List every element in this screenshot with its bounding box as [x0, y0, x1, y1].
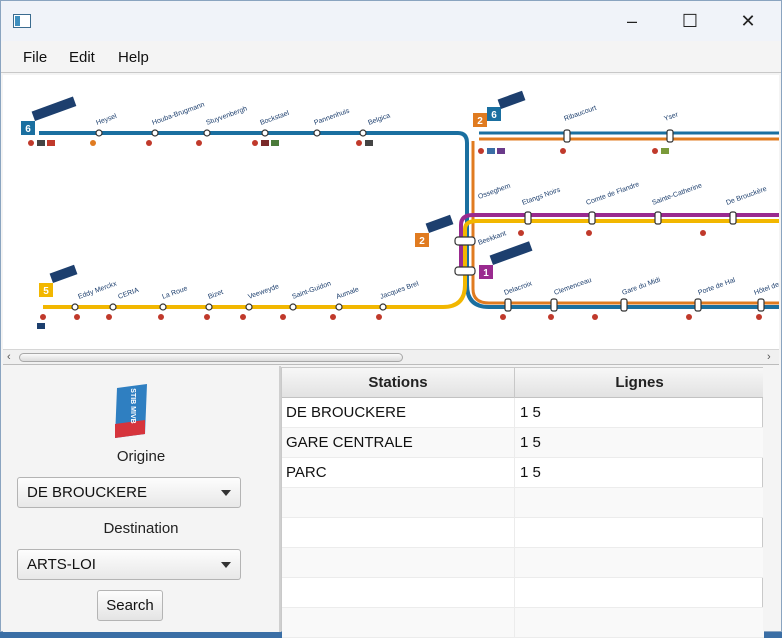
- transfer-markers: [28, 140, 762, 329]
- svg-text:Clemenceau: Clemenceau: [553, 277, 592, 297]
- destination-select[interactable]: ARTS-LOI: [17, 549, 241, 580]
- app-window: – ☐ ✕ File Edit Help 6 2 2 6 5 1 Heysel …: [0, 0, 782, 638]
- origin-label: Origine: [116, 448, 166, 465]
- route-search-panel: STIB MIVB Origine DE BROUCKERE Destinati…: [3, 366, 279, 632]
- cell-station: [282, 608, 515, 638]
- table-row[interactable]: DE BROUCKERE 1 5: [282, 398, 764, 428]
- svg-text:Gare du Midi: Gare du Midi: [621, 276, 661, 296]
- cell-station: [282, 488, 515, 518]
- svg-text:Bockstael: Bockstael: [259, 110, 290, 127]
- svg-text:Jacques Brel: Jacques Brel: [379, 280, 420, 301]
- svg-text:2: 2: [477, 116, 483, 127]
- chevron-down-icon: [221, 562, 231, 568]
- svg-text:Comte de Flandre: Comte de Flandre: [585, 181, 640, 207]
- destination-selected-value: ARTS-LOI: [27, 556, 96, 573]
- svg-text:Osseghem: Osseghem: [477, 183, 511, 201]
- svg-text:1: 1: [483, 268, 489, 279]
- table-row: [282, 488, 764, 518]
- menu-file[interactable]: File: [23, 49, 47, 66]
- origin-selected-value: DE BROUCKERE: [27, 484, 148, 501]
- svg-text:De Brouckère: De Brouckère: [725, 186, 768, 207]
- table-row: [282, 608, 764, 638]
- svg-text:Stuyvenbergh: Stuyvenbergh: [205, 105, 248, 126]
- logo-text: STIB MIVB: [129, 388, 136, 423]
- cell-lines: [515, 608, 764, 638]
- search-button[interactable]: Search: [97, 590, 163, 621]
- svg-text:5: 5: [43, 286, 49, 297]
- cell-station: PARC: [282, 458, 515, 488]
- svg-text:Heysel: Heysel: [95, 113, 118, 127]
- minimize-button[interactable]: –: [609, 1, 655, 41]
- cell-lines: [515, 548, 764, 578]
- column-header-stations[interactable]: Stations: [282, 368, 515, 398]
- table-row[interactable]: PARC 1 5: [282, 458, 764, 488]
- results-table: Stations Lignes DE BROUCKERE 1 5 GARE CE…: [281, 367, 764, 638]
- cell-station: GARE CENTRALE: [282, 428, 515, 458]
- svg-text:Bizet: Bizet: [207, 289, 224, 301]
- svg-text:Veeweyde: Veeweyde: [247, 283, 280, 301]
- cell-station: [282, 518, 515, 548]
- svg-text:Belgica: Belgica: [367, 112, 391, 126]
- cell-lines: 1 5: [520, 434, 541, 451]
- scrollbar-thumb[interactable]: [19, 353, 403, 362]
- table-vertical-scrollbar[interactable]: [763, 367, 779, 631]
- svg-text:CERIA: CERIA: [117, 287, 140, 301]
- column-header-lignes[interactable]: Lignes: [515, 368, 764, 398]
- svg-text:Etangs Noirs: Etangs Noirs: [521, 186, 562, 206]
- cell-lines: [515, 518, 764, 548]
- scroll-right-arrow[interactable]: ›: [767, 350, 771, 365]
- svg-text:Pannenhuis: Pannenhuis: [313, 107, 351, 126]
- table-row: [282, 518, 764, 548]
- svg-text:Beekkant: Beekkant: [477, 230, 507, 247]
- title-bar: – ☐ ✕: [1, 1, 781, 41]
- line-badge-text: 6: [25, 124, 31, 135]
- cell-lines: 1 5: [520, 464, 541, 481]
- origin-select[interactable]: DE BROUCKERE: [17, 477, 241, 508]
- maximize-button[interactable]: ☐: [667, 1, 713, 41]
- svg-text:Yser: Yser: [663, 111, 680, 123]
- menu-bar: File Edit Help: [1, 41, 781, 73]
- cell-station: [282, 548, 515, 578]
- menu-help[interactable]: Help: [118, 49, 149, 66]
- close-button[interactable]: ✕: [725, 1, 771, 41]
- svg-text:Ribaucourt: Ribaucourt: [563, 105, 597, 123]
- svg-text:Delacroix: Delacroix: [503, 280, 533, 297]
- table-row: [282, 548, 764, 578]
- svg-text:Porte de Hal: Porte de Hal: [697, 277, 736, 297]
- cell-station: DE BROUCKERE: [282, 398, 515, 428]
- svg-text:Houba-Brugmann: Houba-Brugmann: [151, 101, 205, 127]
- destination-label: Destination: [103, 520, 179, 537]
- svg-text:Hôtel des Monnaies: Hôtel des Monnaies: [753, 269, 779, 297]
- svg-text:Aumale: Aumale: [335, 286, 360, 301]
- scroll-left-arrow[interactable]: ‹: [7, 350, 11, 365]
- metro-map[interactable]: 6 2 2 6 5 1 Heysel Houba-Brugmann Stuyve…: [3, 75, 779, 349]
- menu-edit[interactable]: Edit: [69, 49, 95, 66]
- stib-logo-icon: STIB MIVB: [115, 384, 147, 438]
- table-row: [282, 578, 764, 608]
- svg-text:Saint-Guidon: Saint-Guidon: [291, 280, 332, 301]
- metro-map-svg: 6 2 2 6 5 1 Heysel Houba-Brugmann Stuyve…: [21, 90, 779, 329]
- svg-text:Sainte-Catherine: Sainte-Catherine: [651, 182, 703, 207]
- cell-lines: [515, 578, 764, 608]
- table-header: Stations Lignes: [282, 368, 764, 398]
- map-horizontal-scrollbar[interactable]: ‹ ›: [3, 349, 779, 365]
- table-row[interactable]: GARE CENTRALE 1 5: [282, 428, 764, 458]
- cell-lines: [515, 488, 764, 518]
- cell-lines: 1 5: [520, 404, 541, 421]
- svg-text:La Roue: La Roue: [161, 285, 188, 301]
- svg-text:2: 2: [419, 236, 425, 247]
- chevron-down-icon: [221, 490, 231, 496]
- svg-text:Eddy Merckx: Eddy Merckx: [77, 280, 118, 301]
- svg-text:6: 6: [491, 110, 497, 121]
- cell-station: [282, 578, 515, 608]
- app-icon: [13, 14, 31, 28]
